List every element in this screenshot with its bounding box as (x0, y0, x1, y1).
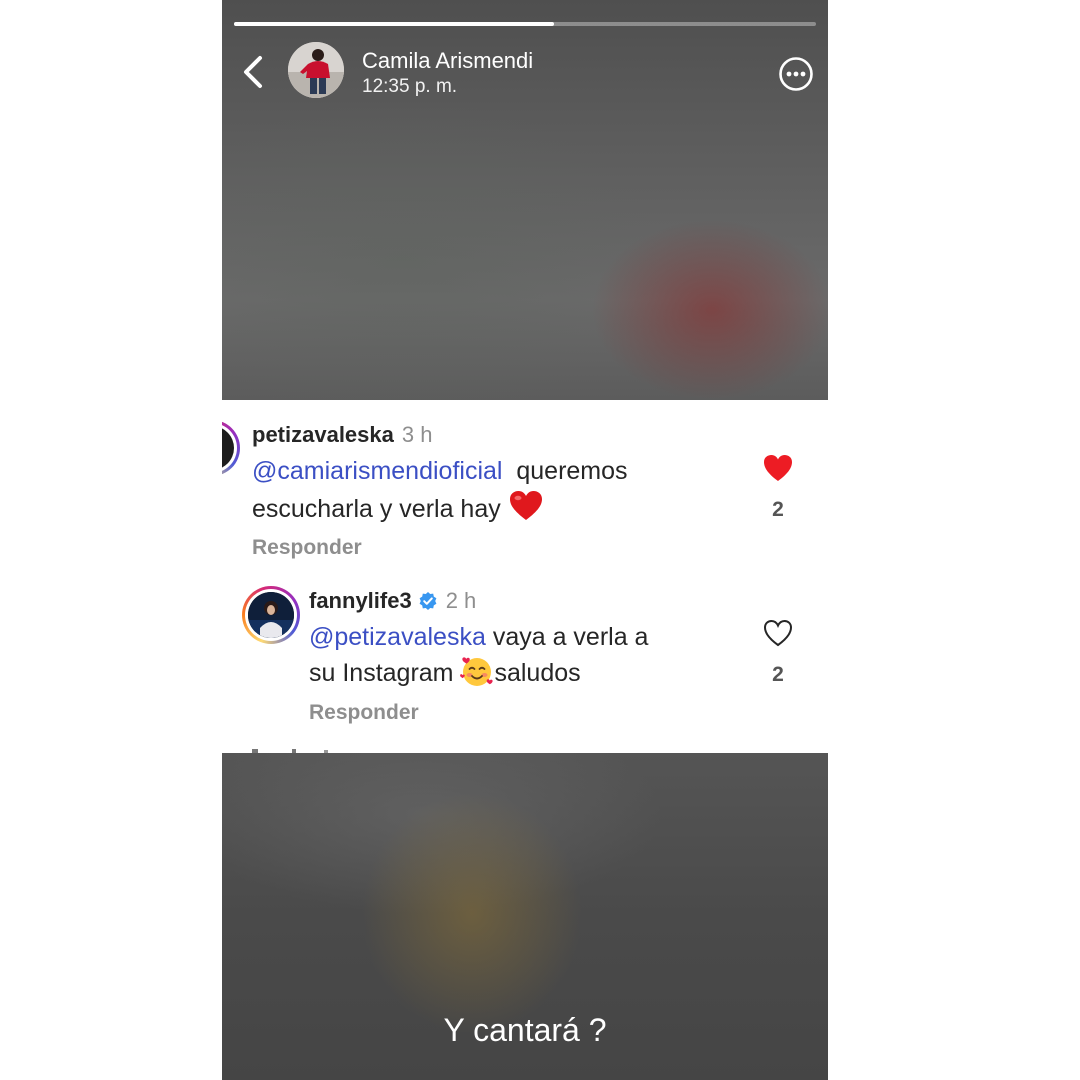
more-horizontal-circle-icon (779, 57, 813, 91)
story-header: Camila Arismendi 12:35 p. m. (222, 40, 828, 104)
story-viewer: Camila Arismendi 12:35 p. m. petizavales… (222, 0, 828, 1080)
comment-mention[interactable]: @camiarismendioficial (252, 457, 502, 485)
comment-time: 3 h (401, 422, 433, 447)
avatar[interactable] (288, 42, 344, 98)
comment-username[interactable]: petizavaleska (252, 422, 394, 447)
comment-text-line: saludos (494, 659, 581, 687)
reply-button[interactable]: Responder (252, 536, 362, 560)
comment-username[interactable]: fannylife3 (309, 588, 412, 613)
story-user-name[interactable]: Camila Arismendi (362, 48, 533, 74)
profile-photo (288, 42, 344, 98)
comment-author[interactable]: fannylife3 2 h (309, 588, 476, 614)
comment-text-line: escucharla y verla hay (252, 495, 501, 523)
heart-filled-icon (764, 455, 792, 481)
smiling-face-with-hearts-emoji (460, 657, 494, 686)
like-button[interactable] (762, 618, 794, 648)
story-timestamp: 12:35 p. m. (362, 76, 458, 97)
comment-text-line: su Instagram (309, 659, 454, 687)
back-button[interactable] (236, 52, 272, 92)
comment-mention[interactable]: @petizavaleska (309, 623, 486, 651)
like-button[interactable] (762, 453, 794, 483)
like-count: 2 (772, 663, 784, 686)
comment-text-line: vaya a verla a (492, 623, 649, 651)
avatar[interactable] (242, 586, 300, 644)
story-progress-fill (234, 22, 555, 26)
comment-screenshot-card: petizavaleska 3 h @camiarismendioficial q… (222, 400, 828, 753)
avatar[interactable] (222, 420, 240, 476)
chevron-left-icon (244, 56, 262, 88)
next-comment-cutoff (252, 745, 332, 753)
more-options-button[interactable] (778, 56, 814, 92)
comment-text: @camiarismendioficial queremos escucharl… (252, 454, 628, 527)
story-progress-bar (234, 22, 816, 26)
comment-time: 2 h (445, 588, 477, 613)
verified-badge-icon (419, 592, 437, 610)
heart-outline-icon (763, 619, 793, 647)
profile-photo (248, 592, 294, 638)
like-count: 2 (772, 498, 784, 521)
story-caption: Y cantará ? (443, 1012, 607, 1048)
red-heart-emoji (509, 491, 542, 520)
reply-button[interactable]: Responder (309, 701, 419, 725)
comment-text: @petizavaleska vaya a verla a su Instagr… (309, 620, 648, 691)
comment-author[interactable]: petizavaleska 3 h (252, 422, 432, 448)
comment-text-line: queremos (516, 457, 628, 485)
